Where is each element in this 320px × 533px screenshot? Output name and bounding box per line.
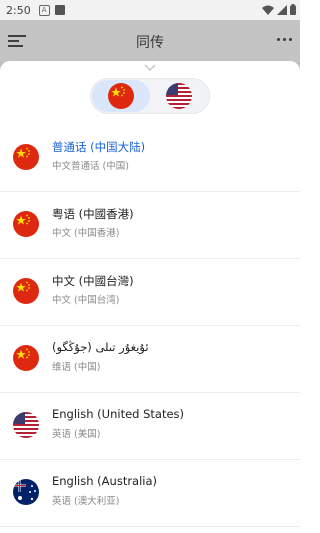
wifi-icon [262, 5, 274, 15]
chevron-down-icon[interactable] [144, 64, 156, 72]
language-item[interactable]: ئۇيغۇر تىلى (جۇڭگو) 维语 (中国) [0, 326, 300, 393]
language-name: 中文 (中國台灣) [52, 274, 134, 288]
china-flag-icon [108, 83, 134, 109]
language-item[interactable]: 中文 (中國台灣) 中文 (中国台湾) [0, 259, 300, 326]
language-item[interactable]: English (Australia) 英语 (澳大利亚) [0, 460, 300, 527]
language-item[interactable]: 粤语 (中國香港) 中文 (中国香港) [0, 192, 300, 259]
language-direction-switch [90, 78, 210, 114]
australia-flag-icon [13, 479, 39, 505]
language-item[interactable]: 普通话 (中国大陆) 中文普通话 (中国) [0, 125, 300, 192]
language-name: 粤语 (中國香港) [52, 207, 134, 221]
china-flag-icon [13, 345, 39, 371]
notification-a-icon: A [38, 4, 50, 16]
china-flag-icon [13, 144, 39, 170]
target-language-segment[interactable] [150, 80, 208, 112]
language-name: 普通话 (中国大陆) [52, 140, 146, 154]
china-flag-icon [13, 211, 39, 237]
language-sheet: 普通话 (中国大陆) 中文普通话 (中国) 粤语 (中國香港) 中文 (中国香港) … [0, 61, 300, 533]
language-subtitle: 维语 (中国) [52, 362, 101, 373]
language-subtitle: 中文 (中国香港) [52, 228, 120, 239]
notification-square-icon [54, 5, 65, 15]
language-list: 普通话 (中国大陆) 中文普通话 (中国) 粤语 (中國香港) 中文 (中国香港) … [0, 125, 300, 527]
us-flag-icon [166, 83, 192, 109]
screen: 2:50 A 同传 普通话 (中国大陆) 中文普通话 (中国) 粤语 (中國香港… [0, 0, 300, 533]
language-name: English (Australia) [52, 474, 158, 488]
language-subtitle: 英语 (美国) [52, 429, 101, 440]
china-flag-icon [13, 278, 39, 304]
source-language-segment[interactable] [92, 80, 150, 112]
language-subtitle: 中文 (中国台湾) [52, 295, 120, 306]
language-item[interactable]: English (United States) 英语 (美国) [0, 393, 300, 460]
status-time: 2:50 [6, 3, 31, 17]
language-name: ئۇيغۇر تىلى (جۇڭگو) [52, 340, 149, 354]
language-subtitle: 中文普通话 (中国) [52, 161, 129, 172]
us-flag-icon [13, 412, 39, 438]
cell-signal-icon [277, 4, 287, 15]
language-subtitle: 英语 (澳大利亚) [52, 496, 120, 507]
page-title: 同传 [136, 35, 164, 51]
status-icons [262, 4, 296, 15]
app-bar: 同传 [0, 20, 300, 62]
status-bar: 2:50 A [0, 0, 300, 20]
battery-icon [290, 4, 296, 15]
language-name: English (United States) [52, 407, 185, 421]
more-vert-icon[interactable] [277, 38, 292, 41]
